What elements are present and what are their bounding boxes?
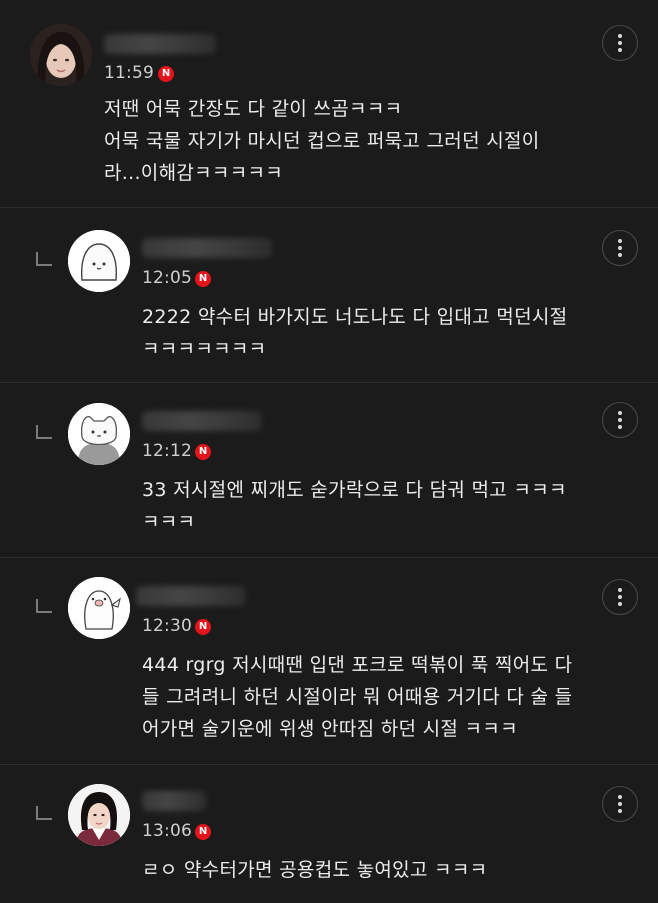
username-redacted	[142, 411, 262, 431]
new-badge: N	[195, 619, 211, 635]
comment-time: 11:59	[104, 63, 154, 83]
more-options-button[interactable]	[602, 579, 638, 615]
more-options-button[interactable]	[602, 402, 638, 438]
comment-time: 13:06	[142, 821, 192, 841]
profile-photo-icon	[30, 24, 92, 86]
comment-text: 2222 약수터 바가지도 너도나도 다 입대고 먹던시절 ㅋㅋㅋㅋㅋㅋㅋ	[142, 306, 568, 360]
username-redacted	[104, 34, 216, 54]
user-avatar[interactable]	[68, 403, 130, 465]
comment-text: 저땐 어묵 간장도 다 같이 쓰곰ㅋㅋㅋ 어묵 국물 자기가 마시던 컵으로 퍼…	[104, 98, 540, 184]
more-dot	[618, 602, 622, 606]
more-options-button[interactable]	[602, 25, 638, 61]
more-vertical-icon	[618, 34, 622, 38]
character-avatar-icon	[68, 577, 130, 639]
more-vertical-icon	[618, 239, 622, 243]
more-dot	[618, 809, 622, 813]
reply-indicator-icon	[36, 425, 52, 439]
new-badge: N	[158, 66, 174, 82]
reply-item: 12:05 N 2222 약수터 바가지도 너도나도 다 입대고 먹던시절 ㅋㅋ…	[0, 208, 658, 383]
more-dot	[618, 595, 622, 599]
more-vertical-icon	[618, 411, 622, 415]
more-vertical-icon	[618, 795, 622, 799]
new-badge: N	[195, 271, 211, 287]
comment-item: 11:59 N 저땐 어묵 간장도 다 같이 쓰곰ㅋㅋㅋ 어묵 국물 자기가 마…	[0, 0, 658, 208]
comment-text: 444 rgrg 저시때땐 입댄 포크로 떡볶이 푹 찍어도 다 들 그려려니 …	[142, 654, 573, 740]
comment-time: 12:12	[142, 441, 192, 461]
user-avatar[interactable]	[30, 24, 92, 86]
user-avatar[interactable]	[68, 784, 130, 846]
comment-time: 12:30	[142, 616, 192, 636]
reply-indicator-icon	[36, 806, 52, 820]
username-redacted	[136, 586, 246, 606]
reply-item: 12:12 N 33 저시절엔 찌개도 숟가락으로 다 담궈 먹고 ㅋㅋㅋ ㅋㅋ…	[0, 383, 658, 558]
reply-item: 12:30 N 444 rgrg 저시때땐 입댄 포크로 떡볶이 푹 찍어도 다…	[0, 558, 658, 765]
user-avatar[interactable]	[68, 230, 130, 292]
more-dot	[618, 425, 622, 429]
more-dot	[618, 802, 622, 806]
username-redacted	[142, 238, 272, 258]
reply-indicator-icon	[36, 252, 52, 266]
comment-text: ㄹㅇ 약수터가면 공용컵도 놓여있고 ㅋㅋㅋ	[142, 859, 488, 881]
more-vertical-icon	[618, 588, 622, 592]
comment-time: 12:05	[142, 268, 192, 288]
new-badge: N	[195, 824, 211, 840]
reply-item: 13:06 N ㄹㅇ 약수터가면 공용컵도 놓여있고 ㅋㅋㅋ	[0, 765, 658, 903]
new-badge: N	[195, 444, 211, 460]
character-avatar-icon	[68, 403, 130, 465]
user-avatar[interactable]	[68, 577, 130, 639]
more-options-button[interactable]	[602, 230, 638, 266]
more-dot	[618, 246, 622, 250]
comment-text: 33 저시절엔 찌개도 숟가락으로 다 담궈 먹고 ㅋㅋㅋ ㅋㅋㅋ	[142, 479, 567, 533]
username-redacted	[142, 791, 206, 811]
character-avatar-icon	[68, 230, 130, 292]
more-dot	[618, 418, 622, 422]
more-dot	[618, 41, 622, 45]
more-dot	[618, 253, 622, 257]
reply-indicator-icon	[36, 599, 52, 613]
profile-photo-icon	[68, 784, 130, 846]
more-dot	[618, 48, 622, 52]
more-options-button[interactable]	[602, 786, 638, 822]
